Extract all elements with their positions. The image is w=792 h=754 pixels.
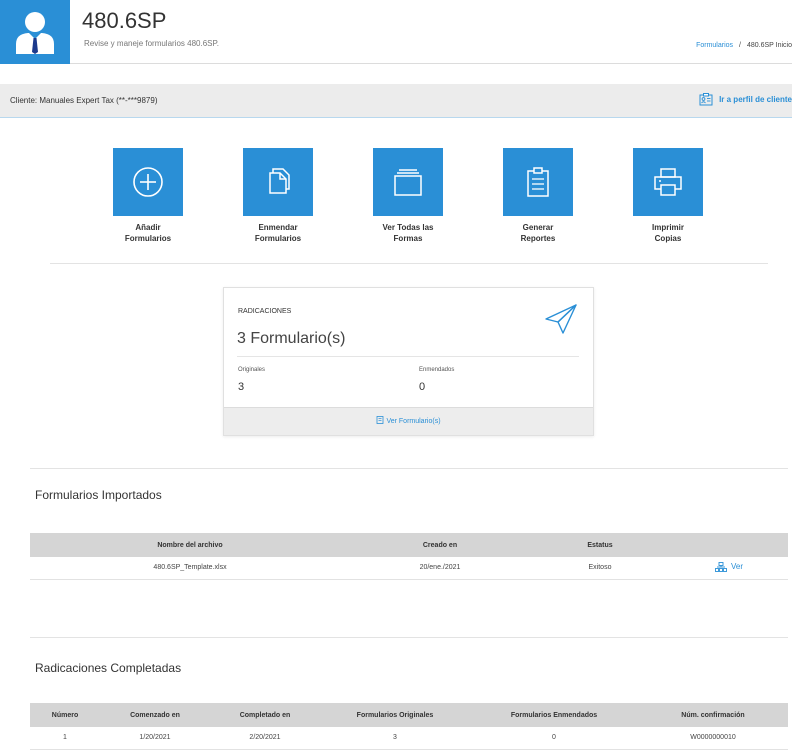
folder-stack-icon: [394, 169, 422, 196]
confirmation-number-cell: W0000000010: [638, 727, 788, 750]
add-forms-label-line1[interactable]: Añadir: [93, 222, 203, 233]
col-file-name[interactable]: Nombre del archivo: [30, 533, 350, 557]
section-divider: [30, 468, 788, 469]
amend-forms-label-line2[interactable]: Formularios: [223, 233, 333, 244]
sitemap-icon: [715, 561, 727, 572]
print-copies-label-line1[interactable]: Imprimir: [613, 222, 723, 233]
add-forms-label-line2[interactable]: Formularios: [93, 233, 203, 244]
print-copies-label-line2[interactable]: Copias: [613, 233, 723, 244]
id-card-icon: [699, 93, 713, 106]
amend-forms-label[interactable]: Enmendar Formularios: [223, 222, 333, 244]
col-actions: [670, 533, 788, 557]
client-profile-link[interactable]: Ir a perfil de cliente: [699, 93, 792, 106]
generate-reports-label[interactable]: Generar Reportes: [483, 222, 593, 244]
action-cell: Ver: [670, 557, 788, 580]
completed-on-cell: 2/20/2021: [210, 727, 320, 750]
originals-value: 3: [238, 381, 245, 393]
filings-summary-card: RADICACIONES 3 Formulario(s) Originales …: [223, 287, 594, 436]
col-started-on[interactable]: Comenzado en: [100, 703, 210, 727]
printer-icon: [654, 168, 682, 196]
clipboard-icon: [527, 167, 549, 197]
col-number[interactable]: Número: [30, 703, 100, 727]
client-name: Cliente: Manuales Expert Tax (**-***9879…: [10, 96, 158, 105]
col-created-on[interactable]: Creado en: [350, 533, 530, 557]
print-copies-button[interactable]: [633, 148, 703, 216]
documents-icon: [269, 168, 290, 194]
breadcrumb-formularios-link[interactable]: Formularios: [696, 42, 733, 49]
client-bar: Cliente: Manuales Expert Tax (**-***9879…: [0, 84, 792, 118]
table-header-row: Nombre del archivo Creado en Estatus: [30, 533, 788, 557]
amend-forms-button[interactable]: [243, 148, 313, 216]
generate-reports-label-line2[interactable]: Reportes: [483, 233, 593, 244]
page-title: 480.6SP: [82, 8, 167, 33]
status-cell: Exitoso: [530, 557, 670, 580]
col-completed-on[interactable]: Completado en: [210, 703, 320, 727]
breadcrumb: Formularios / 480.6SP Inicio: [696, 42, 792, 49]
section-divider: [30, 637, 788, 638]
document-icon: [377, 416, 384, 424]
amend-forms-label-line1[interactable]: Enmendar: [223, 222, 333, 233]
generate-reports-button[interactable]: [503, 148, 573, 216]
print-copies-label[interactable]: Imprimir Copias: [613, 222, 723, 244]
amended-value: 0: [419, 381, 426, 393]
started-on-cell: 1/20/2021: [100, 727, 210, 750]
col-original-forms[interactable]: Formularios Originales: [320, 703, 470, 727]
table-header-row: Número Comenzado en Completado en Formul…: [30, 703, 788, 727]
view-all-forms-label-line2[interactable]: Formas: [353, 233, 463, 244]
paper-plane-icon: [545, 304, 577, 334]
plus-circle-icon: [133, 167, 163, 197]
view-all-forms-label-line1[interactable]: Ver Todas las: [353, 222, 463, 233]
user-avatar: [0, 0, 70, 64]
col-status[interactable]: Estatus: [530, 533, 670, 557]
completed-filings-title: Radicaciones Completadas: [35, 661, 182, 675]
originals-label: Originales: [238, 367, 266, 373]
summary-title: RADICACIONES: [238, 308, 292, 315]
generate-reports-label-line1[interactable]: Generar: [483, 222, 593, 233]
summary-count: 3 Formulario(s): [237, 330, 346, 347]
view-forms-link[interactable]: Ver Formulario(s): [224, 407, 593, 435]
table-row: 480.6SP_Template.xlsx 20/ene./2021 Exito…: [30, 557, 788, 580]
created-on-cell: 20/ene./2021: [350, 557, 530, 580]
col-amended-forms[interactable]: Formularios Enmendados: [470, 703, 638, 727]
summary-divider: [237, 356, 579, 357]
number-cell: 1: [30, 727, 100, 750]
amended-forms-cell: 0: [470, 727, 638, 750]
original-forms-cell: 3: [320, 727, 470, 750]
client-profile-link-label[interactable]: Ir a perfil de cliente: [719, 95, 792, 104]
view-all-forms-label[interactable]: Ver Todas las Formas: [353, 222, 463, 244]
imported-forms-table: Nombre del archivo Creado en Estatus 480…: [30, 533, 788, 580]
page-header: 480.6SP Revise y maneje formularios 480.…: [0, 0, 792, 64]
user-avatar-icon: [16, 12, 54, 54]
breadcrumb-current: 480.6SP Inicio: [746, 42, 792, 49]
col-confirmation-number[interactable]: Núm. confirmación: [638, 703, 788, 727]
table-row[interactable]: 1 1/20/2021 2/20/2021 3 0 W0000000010: [30, 727, 788, 750]
page-subtitle: Revise y maneje formularios 480.6SP.: [84, 39, 220, 48]
amended-label: Enmendados: [419, 367, 455, 373]
view-all-forms-button[interactable]: [373, 148, 443, 216]
view-file-link[interactable]: Ver: [715, 561, 743, 572]
breadcrumb-separator: /: [739, 42, 741, 49]
file-name-cell: 480.6SP_Template.xlsx: [30, 557, 350, 580]
completed-filings-table: Número Comenzado en Completado en Formul…: [30, 703, 788, 750]
add-forms-button[interactable]: [113, 148, 183, 216]
imported-forms-title: Formularios Importados: [35, 488, 162, 502]
section-divider: [50, 263, 768, 264]
add-forms-label[interactable]: Añadir Formularios: [93, 222, 203, 244]
view-file-link-label[interactable]: Ver: [731, 562, 743, 571]
view-forms-link-label[interactable]: Ver Formulario(s): [386, 418, 440, 425]
